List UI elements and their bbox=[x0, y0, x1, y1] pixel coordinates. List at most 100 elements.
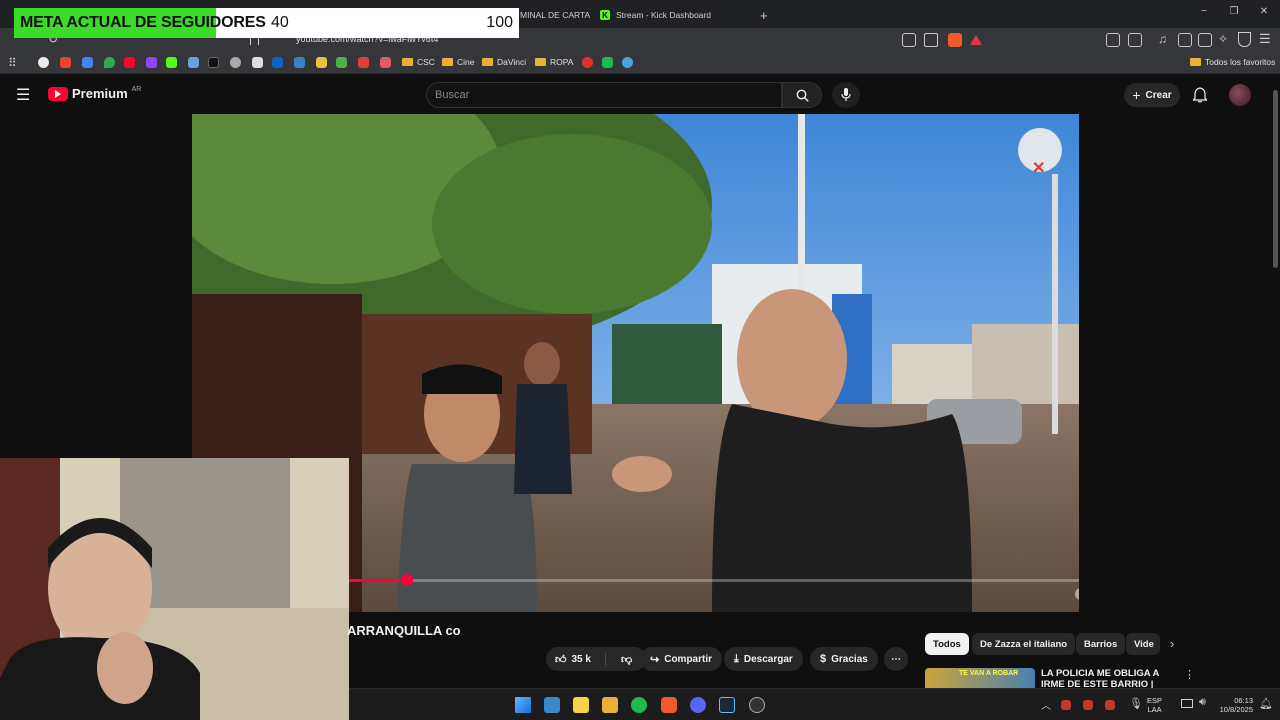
avatar[interactable] bbox=[1229, 84, 1251, 106]
tab-minal-de-carta[interactable]: MINAL DE CARTA bbox=[520, 4, 590, 26]
bookmark-site-icon[interactable] bbox=[380, 57, 391, 68]
chip-videos[interactable]: Vide bbox=[1126, 633, 1160, 655]
bookmark-site-icon[interactable] bbox=[316, 57, 327, 68]
all-bookmarks-folder[interactable]: Todos los favoritos bbox=[1190, 57, 1275, 67]
twitch-icon[interactable] bbox=[146, 57, 157, 68]
folder-icon bbox=[535, 58, 546, 66]
docs-icon[interactable] bbox=[82, 57, 93, 68]
amazon-icon[interactable] bbox=[252, 57, 263, 68]
video-progress-played bbox=[349, 579, 408, 582]
share-button[interactable]: ↪ Compartir bbox=[640, 647, 723, 671]
thanks-button[interactable]: $ Gracias bbox=[810, 647, 878, 671]
bookmark-folder-csc[interactable]: CSC bbox=[402, 57, 435, 67]
recommended-title[interactable]: LA POLICIA ME OBLIGA A IRME DE ESTE BARR… bbox=[1041, 668, 1177, 688]
kick-bookmark-icon[interactable] bbox=[166, 57, 177, 68]
recommended-thumbnail[interactable]: TE VAN A ROBAR bbox=[925, 668, 1035, 688]
windows-start-icon[interactable] bbox=[515, 697, 531, 713]
brave-icon[interactable] bbox=[661, 697, 677, 713]
maps-icon[interactable] bbox=[104, 57, 115, 68]
close-button[interactable]: ✕ bbox=[1256, 6, 1272, 17]
dislike-button[interactable]: 👎︎ bbox=[611, 653, 632, 666]
steam-icon[interactable] bbox=[719, 697, 735, 713]
volume-icon[interactable]: 🔊︎ bbox=[1199, 696, 1206, 709]
notifications-bell-icon[interactable] bbox=[1193, 87, 1207, 103]
sticky-notes-icon[interactable] bbox=[573, 697, 589, 713]
task-view-icon[interactable] bbox=[544, 697, 560, 713]
music-icon[interactable]: ♫ bbox=[1158, 32, 1167, 46]
gmail-icon[interactable] bbox=[60, 57, 71, 68]
tiktok-icon[interactable] bbox=[208, 57, 219, 68]
vpn-icon[interactable] bbox=[1238, 32, 1251, 47]
goal-title: META ACTUAL DE SEGUIDORES bbox=[20, 14, 266, 31]
discord-icon[interactable] bbox=[690, 697, 706, 713]
cast-icon[interactable] bbox=[902, 33, 916, 47]
voice-search-button[interactable] bbox=[832, 82, 860, 108]
brave-rewards-icon[interactable] bbox=[970, 35, 982, 45]
sidebar-icon[interactable] bbox=[1178, 33, 1192, 47]
more-icon: ⋯ bbox=[891, 653, 901, 665]
tray-app-icon[interactable] bbox=[1083, 700, 1093, 710]
hamburger-menu-icon[interactable]: ☰ bbox=[16, 85, 30, 105]
language-indicator[interactable]: ESP LAA bbox=[1147, 696, 1162, 714]
more-actions-button[interactable]: ⋯ bbox=[884, 647, 908, 671]
channel-watermark[interactable]: ✕ bbox=[1018, 128, 1062, 177]
bookmark-site-icon[interactable] bbox=[358, 57, 369, 68]
bookmark-site-icon[interactable] bbox=[188, 57, 199, 68]
chip-de-zazza[interactable]: De Zazza el italiano bbox=[972, 633, 1076, 655]
apps-icon[interactable]: ⠿ bbox=[8, 56, 17, 70]
premium-label: Premium bbox=[72, 86, 128, 101]
obs-icon[interactable] bbox=[749, 697, 765, 713]
tray-app-icon[interactable] bbox=[1061, 700, 1071, 710]
search-input[interactable]: Buscar bbox=[426, 82, 782, 108]
chip-barrios[interactable]: Barrios bbox=[1076, 633, 1126, 655]
network-icon[interactable] bbox=[1181, 699, 1193, 708]
tray-expand-icon[interactable]: ︿ bbox=[1041, 697, 1051, 712]
new-tab-button[interactable]: + bbox=[760, 4, 768, 26]
spotify-icon[interactable] bbox=[631, 697, 647, 713]
file-explorer-icon[interactable] bbox=[602, 697, 618, 713]
download-button[interactable]: ⤓ Descargar bbox=[724, 647, 803, 671]
follower-goal-overlay: META ACTUAL DE SEGUIDORES 40 100 bbox=[14, 8, 519, 38]
screenshot-icon[interactable] bbox=[1128, 33, 1142, 47]
tab-kick-dashboard[interactable]: K Stream - Kick Dashboard bbox=[600, 4, 711, 26]
bookmark-site-icon[interactable] bbox=[622, 57, 633, 68]
search-button[interactable] bbox=[782, 82, 822, 108]
bookmark-folder-cine[interactable]: Cine bbox=[442, 57, 474, 67]
leo-ai-icon[interactable]: ✧ bbox=[1218, 32, 1228, 46]
thumbnail-text: TE VAN A ROBAR bbox=[959, 670, 1019, 677]
thumbs-up-icon: 👍︎ bbox=[555, 653, 567, 666]
bookmark-folder-ropa[interactable]: ROPA bbox=[535, 57, 573, 67]
bookmark-site-icon[interactable] bbox=[336, 57, 347, 68]
bookmark-site-icon[interactable] bbox=[602, 57, 613, 68]
create-label: Crear bbox=[1145, 89, 1172, 101]
linkedin-icon[interactable] bbox=[272, 57, 283, 68]
bookmark-site-icon[interactable] bbox=[230, 57, 241, 68]
bookmark-folder-davinci[interactable]: DaVinci bbox=[482, 57, 526, 67]
bookmark-site-icon[interactable] bbox=[294, 57, 305, 68]
youtube-icon[interactable] bbox=[124, 57, 135, 68]
brave-shield-icon[interactable] bbox=[948, 33, 962, 47]
notifications-icon[interactable]: 🔔︎ bbox=[1259, 697, 1273, 710]
wallet-icon[interactable] bbox=[1198, 33, 1212, 47]
tray-app-icon[interactable] bbox=[1105, 700, 1115, 710]
create-button[interactable]: + Crear bbox=[1124, 83, 1180, 107]
bookmark-site-icon[interactable] bbox=[582, 57, 593, 68]
like-button[interactable]: 👍︎ 35 k bbox=[546, 652, 606, 666]
share-arrow-icon: ↪ bbox=[650, 653, 660, 666]
recommended-menu-icon[interactable]: ⋮ bbox=[1184, 668, 1195, 681]
chips-next-chevron-icon[interactable]: › bbox=[1170, 636, 1174, 651]
page-scrollbar[interactable] bbox=[1273, 90, 1278, 268]
share-icon[interactable] bbox=[924, 33, 938, 47]
minimize-button[interactable]: − bbox=[1196, 6, 1212, 17]
video-progress-track[interactable] bbox=[349, 579, 1079, 582]
extensions-icon[interactable] bbox=[1106, 33, 1120, 47]
country-code: AR bbox=[131, 86, 142, 93]
google-icon[interactable] bbox=[38, 57, 49, 68]
chip-todos[interactable]: Todos bbox=[925, 633, 969, 655]
clock[interactable]: 06:13 10/8/2025 bbox=[1213, 696, 1253, 714]
download-icon: ⤓ bbox=[734, 652, 739, 665]
menu-icon[interactable]: ☰ bbox=[1259, 31, 1271, 47]
maximize-button[interactable]: ❐ bbox=[1226, 6, 1242, 17]
youtube-premium-logo[interactable]: Premium AR bbox=[48, 86, 141, 101]
microphone-tray-icon[interactable]: 🎙︎ bbox=[1129, 697, 1143, 710]
